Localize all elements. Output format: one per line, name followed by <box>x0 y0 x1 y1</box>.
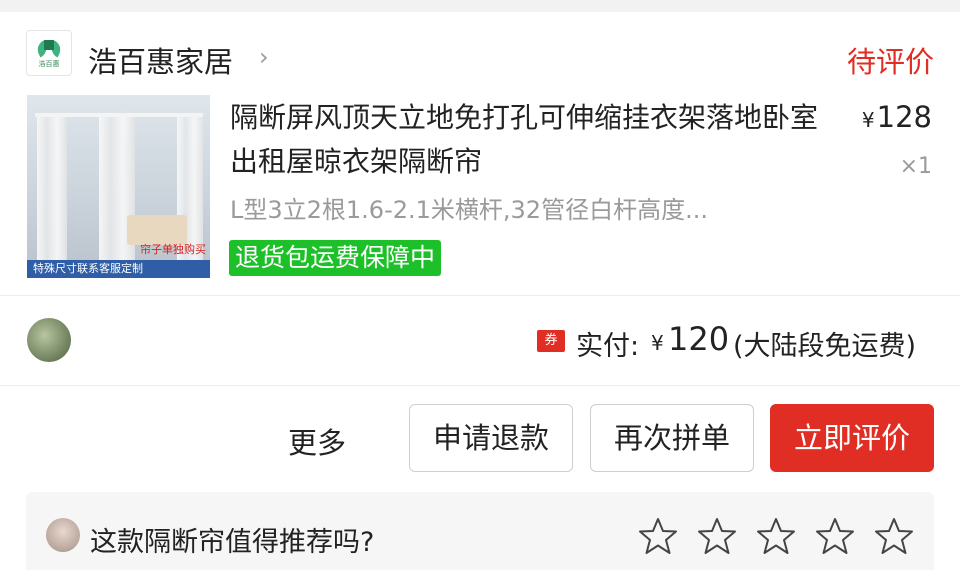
store-name[interactable]: 浩百惠家居 <box>88 39 233 81</box>
star-icon[interactable] <box>874 516 914 556</box>
refund-button[interactable]: 申请退款 <box>409 404 573 472</box>
product-price: ¥128 <box>862 100 932 134</box>
star-rating[interactable] <box>638 516 914 556</box>
store-header[interactable]: 浩百惠 浩百惠家居 › 待评价 <box>0 12 960 82</box>
review-button[interactable]: 立即评价 <box>770 404 934 472</box>
store-logo: 浩百惠 <box>26 30 72 76</box>
star-icon[interactable] <box>815 516 855 556</box>
product-image-caption: 帘子单独购买 <box>140 243 206 256</box>
reviewer-avatar <box>46 518 80 552</box>
star-icon[interactable] <box>697 516 737 556</box>
recommend-question: 这款隔断帘值得推荐吗? <box>90 527 375 558</box>
price-value: 128 <box>876 100 932 134</box>
product-spec: L型3立2根1.6-2.1米横杆,32管径白杆高度... <box>230 196 708 224</box>
store-logo-label: 浩百惠 <box>38 59 60 68</box>
star-icon[interactable] <box>638 516 678 556</box>
product-image-banner: 特殊尺寸联系客服定制 <box>27 260 210 278</box>
return-shipping-badge: 退货包运费保障中 <box>229 240 442 276</box>
paid-amount: 120 <box>668 320 730 358</box>
leaf-house-icon <box>34 38 64 58</box>
recommend-box: 这款隔断帘值得推荐吗? <box>26 492 934 570</box>
product-quantity: ×1 <box>899 154 932 179</box>
shipping-note: (大陆段免运费) <box>733 331 917 362</box>
divider <box>0 295 960 296</box>
avatar[interactable] <box>27 318 71 362</box>
chevron-right-icon[interactable]: › <box>259 43 269 71</box>
coupon-icon: 券 <box>537 330 565 352</box>
product-title[interactable]: 隔断屏风顶天立地免打孔可伸缩挂衣架落地卧室出租屋晾衣架隔断帘 <box>230 96 830 184</box>
reorder-button[interactable]: 再次拼单 <box>590 404 754 472</box>
paid-label: 实付: <box>576 331 640 362</box>
paid-currency: ¥ <box>651 331 664 355</box>
currency-symbol: ¥ <box>861 108 875 132</box>
more-button[interactable]: 更多 <box>288 420 346 462</box>
star-icon[interactable] <box>756 516 796 556</box>
divider <box>0 385 960 386</box>
product-image[interactable]: 帘子单独购买 特殊尺寸联系客服定制 <box>27 95 210 278</box>
order-status: 待评价 <box>846 45 934 79</box>
